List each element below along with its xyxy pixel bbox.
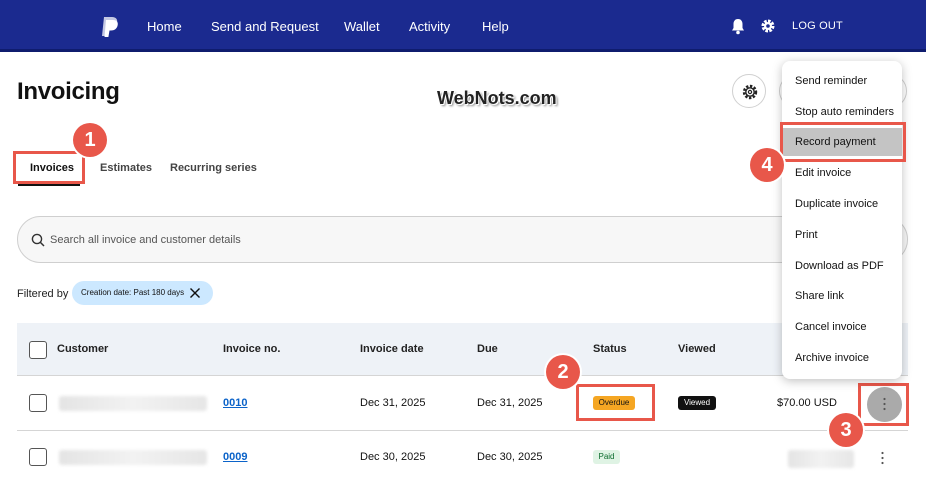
row-checkbox[interactable] <box>29 448 47 466</box>
top-nav-bar: Home Send and Request Wallet Activity He… <box>0 0 926 52</box>
viewed-badge: Viewed <box>678 396 716 410</box>
gear-icon[interactable] <box>760 18 776 34</box>
amount-blurred <box>788 450 854 468</box>
nav-wallet[interactable]: Wallet <box>344 19 380 35</box>
menu-item-share-link[interactable]: Share link <box>782 282 902 310</box>
bell-icon[interactable] <box>730 18 746 35</box>
filter-chip-creation-date[interactable]: Creation date: Past 180 days <box>72 281 213 305</box>
invoicing-page: Home Send and Request Wallet Activity He… <box>0 0 926 485</box>
nav-send-and-request[interactable]: Send and Request <box>211 19 319 35</box>
header-customer[interactable]: Customer <box>57 343 108 355</box>
gear-icon <box>742 84 758 100</box>
filtered-by-label: Filtered by <box>17 288 69 300</box>
nav-home[interactable]: Home <box>147 19 182 35</box>
menu-item-cancel-invoice[interactable]: Cancel invoice <box>782 313 902 341</box>
invoice-date: Dec 31, 2025 <box>360 397 426 409</box>
customer-name-blurred <box>59 450 207 465</box>
close-icon[interactable] <box>188 286 202 300</box>
highlight-box-status <box>576 384 655 421</box>
invoice-settings-button[interactable] <box>732 74 766 108</box>
tab-estimates[interactable]: Estimates <box>100 162 152 174</box>
nav-help[interactable]: Help <box>482 19 509 35</box>
highlight-box-actions <box>858 383 909 426</box>
highlight-box-invoices-tab <box>13 151 85 184</box>
header-invoice-no[interactable]: Invoice no. <box>223 343 280 355</box>
step-badge-3: 3 <box>829 413 863 447</box>
search-bar[interactable] <box>17 216 908 263</box>
status-badge: Paid <box>593 450 620 464</box>
step-badge-4: 4 <box>750 148 784 182</box>
more-vertical-icon[interactable] <box>881 451 884 465</box>
watermark: WebNots.com <box>437 88 557 108</box>
menu-item-archive-invoice[interactable]: Archive invoice <box>782 344 902 372</box>
menu-item-edit-invoice[interactable]: Edit invoice <box>782 159 902 187</box>
customer-name-blurred <box>59 396 207 411</box>
table-header <box>17 323 908 376</box>
highlight-box-record-payment <box>780 122 906 162</box>
invoice-date: Dec 30, 2025 <box>360 451 426 463</box>
invoice-number-link[interactable]: 0009 <box>223 451 247 463</box>
step-badge-1: 1 <box>73 123 107 157</box>
row-divider <box>17 430 908 431</box>
nav-activity[interactable]: Activity <box>409 19 450 35</box>
select-all-checkbox[interactable] <box>29 341 47 359</box>
menu-item-duplicate-invoice[interactable]: Duplicate invoice <box>782 190 902 218</box>
due-date: Dec 30, 2025 <box>477 451 543 463</box>
invoice-number-link[interactable]: 0010 <box>223 397 247 409</box>
header-due[interactable]: Due <box>477 343 498 355</box>
menu-item-download-pdf[interactable]: Download as PDF <box>782 252 902 280</box>
tab-recurring-series[interactable]: Recurring series <box>170 162 257 174</box>
filter-chip-label: Creation date: Past 180 days <box>81 288 185 297</box>
row-actions-menu: Send reminder Stop auto reminders Record… <box>782 61 902 379</box>
page-title: Invoicing <box>17 78 120 105</box>
logout-link[interactable]: LOG OUT <box>792 20 843 32</box>
invoice-amount: $70.00 USD <box>777 397 837 409</box>
step-badge-2: 2 <box>546 355 580 389</box>
paypal-logo-icon[interactable] <box>99 16 119 38</box>
menu-item-print[interactable]: Print <box>782 221 902 249</box>
due-date: Dec 31, 2025 <box>477 397 543 409</box>
header-status[interactable]: Status <box>593 343 627 355</box>
menu-item-send-reminder[interactable]: Send reminder <box>782 67 902 95</box>
search-input[interactable] <box>50 229 750 251</box>
header-viewed[interactable]: Viewed <box>678 343 716 355</box>
header-invoice-date[interactable]: Invoice date <box>360 343 424 355</box>
search-icon <box>31 233 45 247</box>
row-checkbox[interactable] <box>29 394 47 412</box>
